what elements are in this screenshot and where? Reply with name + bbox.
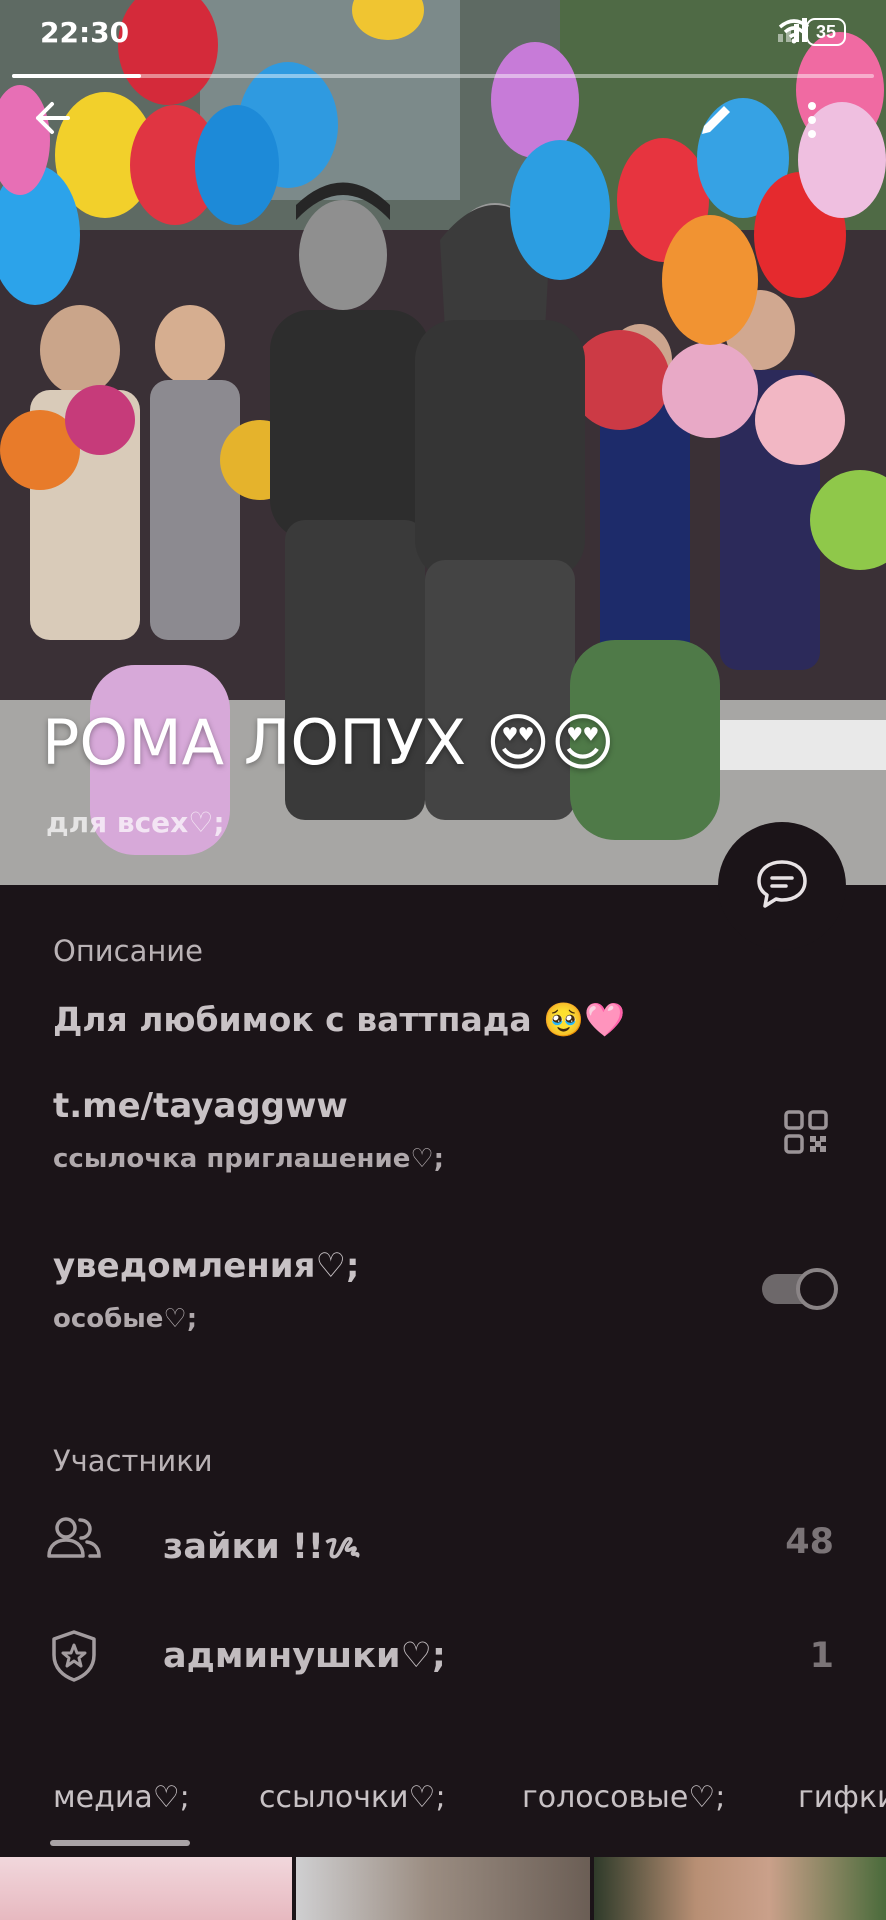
members-row-count: 1	[809, 1636, 834, 1676]
toggle-knob	[796, 1268, 838, 1310]
media-tabs: медиа♡; ссылочки♡; голосовые♡; гифки	[0, 1774, 886, 1844]
description-text: Для любимок с ваттпада 🥹🩷	[53, 1000, 626, 1039]
tab-media[interactable]: медиа♡;	[53, 1780, 190, 1815]
story-progress-bar	[12, 74, 874, 78]
members-row-all[interactable]: зайки !!ᝰ 48	[0, 1492, 886, 1592]
members-row-label: зайки !!ᝰ	[163, 1527, 361, 1567]
shield-star-icon	[46, 1628, 102, 1689]
status-bar: 22:30 35	[0, 0, 886, 70]
cover-photo: 22:30 35 РОМА ЛОПУХ 😍😍 для всех♡;	[0, 0, 886, 885]
status-icons: 35	[777, 18, 846, 46]
media-thumbnail[interactable]	[0, 1857, 292, 1920]
battery-icon: 35	[805, 18, 846, 46]
description-label: Описание	[53, 934, 203, 968]
chat-button[interactable]	[718, 822, 846, 950]
back-arrow-icon[interactable]	[32, 100, 88, 156]
more-vertical-icon[interactable]	[806, 100, 862, 156]
media-thumbnail[interactable]	[594, 1857, 886, 1920]
media-grid	[0, 1857, 886, 1920]
users-icon	[46, 1514, 102, 1567]
members-row-admins[interactable]: админушки♡; 1	[0, 1606, 886, 1706]
members-row-count: 48	[785, 1522, 834, 1562]
invite-link-caption: ссылочка приглашение♡;	[53, 1144, 445, 1174]
group-title: РОМА ЛОПУХ 😍😍	[42, 706, 616, 779]
chat-bubble-icon	[754, 856, 810, 917]
media-thumbnail[interactable]	[296, 1857, 590, 1920]
status-time: 22:30	[40, 16, 130, 49]
active-tab-indicator	[50, 1840, 190, 1846]
members-label: Участники	[53, 1444, 213, 1478]
tab-gifs[interactable]: гифки	[798, 1780, 886, 1815]
pencil-icon[interactable]	[696, 100, 752, 156]
notifications-caption: особые♡;	[53, 1304, 198, 1334]
members-row-label: админушки♡;	[163, 1636, 446, 1676]
tab-voice[interactable]: голосовые♡;	[522, 1780, 725, 1815]
notifications-toggle[interactable]	[762, 1268, 838, 1310]
invite-link[interactable]: t.me/tayaggww	[53, 1086, 348, 1126]
group-subtitle: для всех♡;	[46, 806, 225, 839]
story-progress-fill	[12, 74, 142, 78]
tab-links[interactable]: ссылочки♡;	[259, 1780, 446, 1815]
notifications-title: уведомления♡;	[53, 1246, 360, 1286]
qr-code-icon[interactable]	[778, 1104, 834, 1160]
